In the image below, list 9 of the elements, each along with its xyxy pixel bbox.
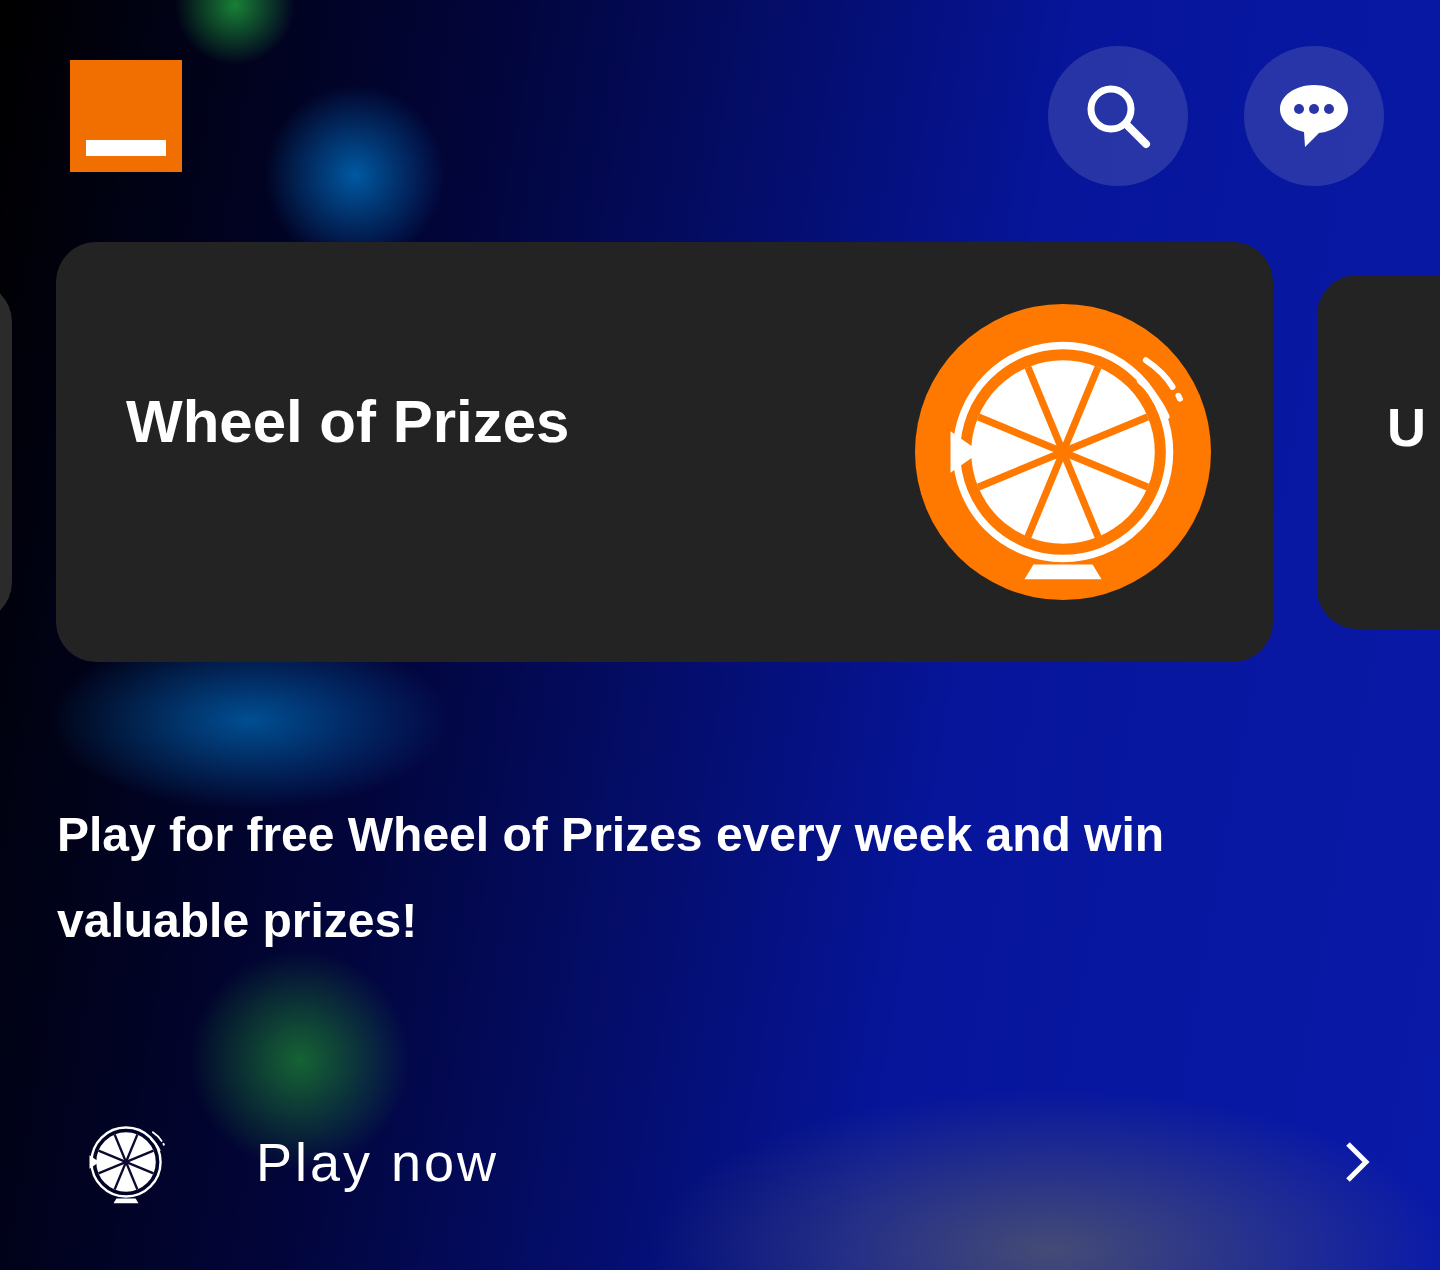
card-title: U [1387, 395, 1426, 459]
play-now-link[interactable]: Play now [78, 1114, 1370, 1210]
chat-icon [1278, 83, 1350, 149]
card[interactable]: U [1317, 275, 1440, 629]
chevron-right-icon [1344, 1141, 1370, 1183]
prize-wheel-icon [915, 304, 1211, 600]
description: Play for free Wheel of Prizes every week and win valuable prizes! [56, 807, 1166, 949]
card-title: Wheel of Prizes [126, 387, 570, 457]
card[interactable]: Wheel of Prizes [56, 242, 1273, 662]
